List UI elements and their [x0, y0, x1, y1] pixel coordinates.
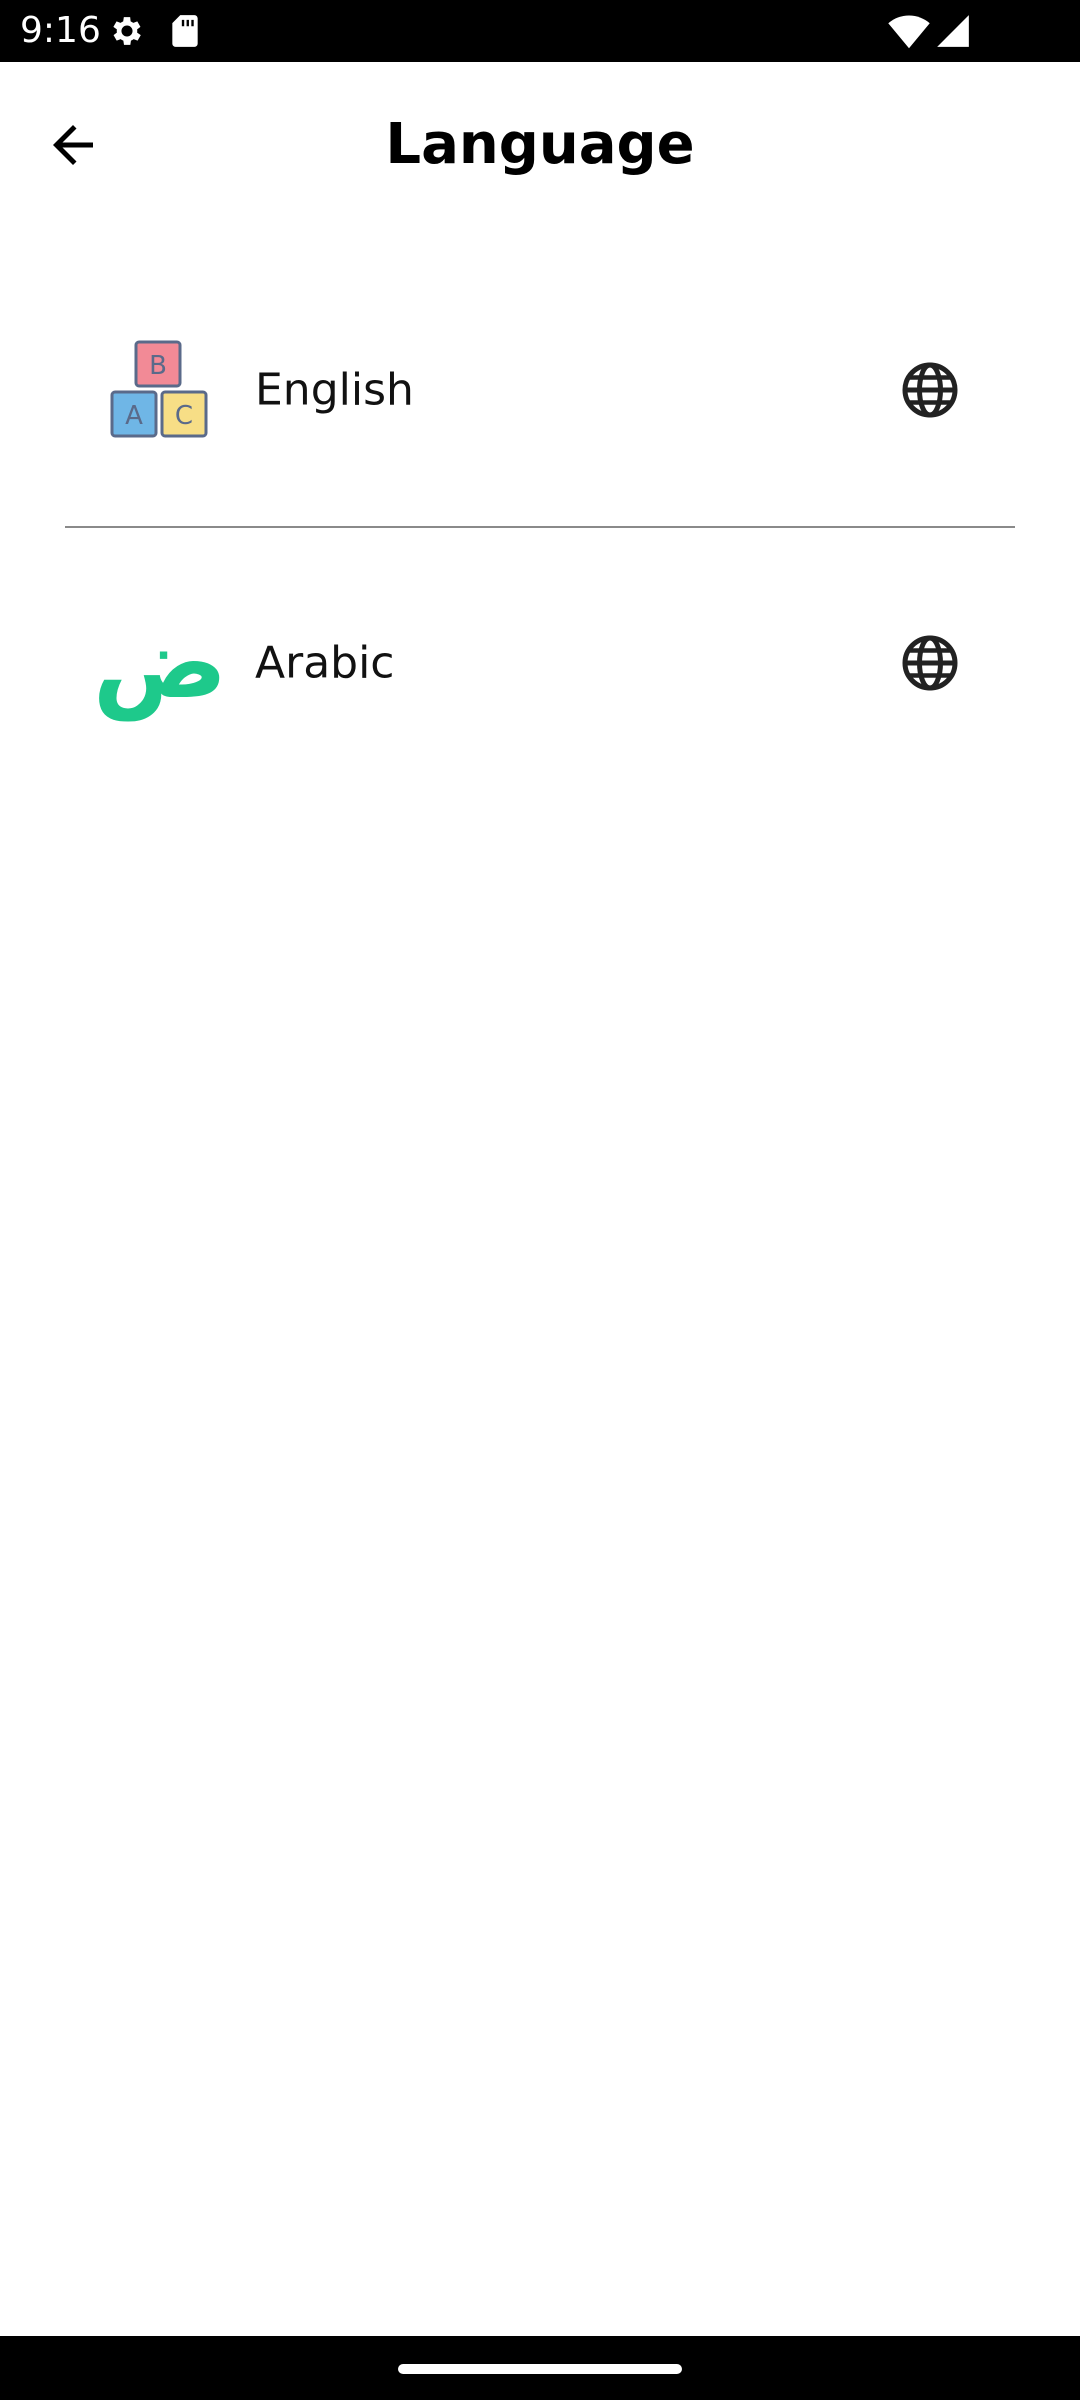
- navigation-bar: [0, 2336, 1080, 2400]
- status-time: 9:16: [20, 10, 101, 51]
- status-bar: 9:16: [0, 0, 1080, 62]
- settings-icon: [113, 17, 141, 45]
- block-letter: A: [125, 401, 143, 431]
- language-item-english[interactable]: B A C English: [65, 290, 1015, 490]
- abc-blocks-icon: B A C: [105, 335, 215, 445]
- divider: [65, 526, 1015, 528]
- signal-icon: [937, 15, 969, 47]
- arabic-letter-icon: ض: [93, 608, 228, 718]
- block-letter: C: [175, 401, 193, 431]
- language-item-arabic[interactable]: ض Arabic: [65, 563, 1015, 763]
- globe-icon: [902, 362, 958, 418]
- globe-icon: [902, 635, 958, 691]
- home-gesture-handle[interactable]: [398, 2364, 682, 2374]
- language-label: English: [255, 364, 414, 416]
- page-title: Language: [385, 112, 695, 177]
- sd-card-icon: [172, 15, 198, 47]
- language-label: Arabic: [255, 637, 395, 689]
- arabic-glyph: ض: [92, 604, 228, 721]
- block-letter: B: [149, 351, 167, 381]
- app-bar: Language: [0, 62, 1080, 212]
- language-screen: 9:16 Language B A C English ض Arabic: [0, 0, 1080, 2400]
- wifi-icon: [888, 15, 930, 49]
